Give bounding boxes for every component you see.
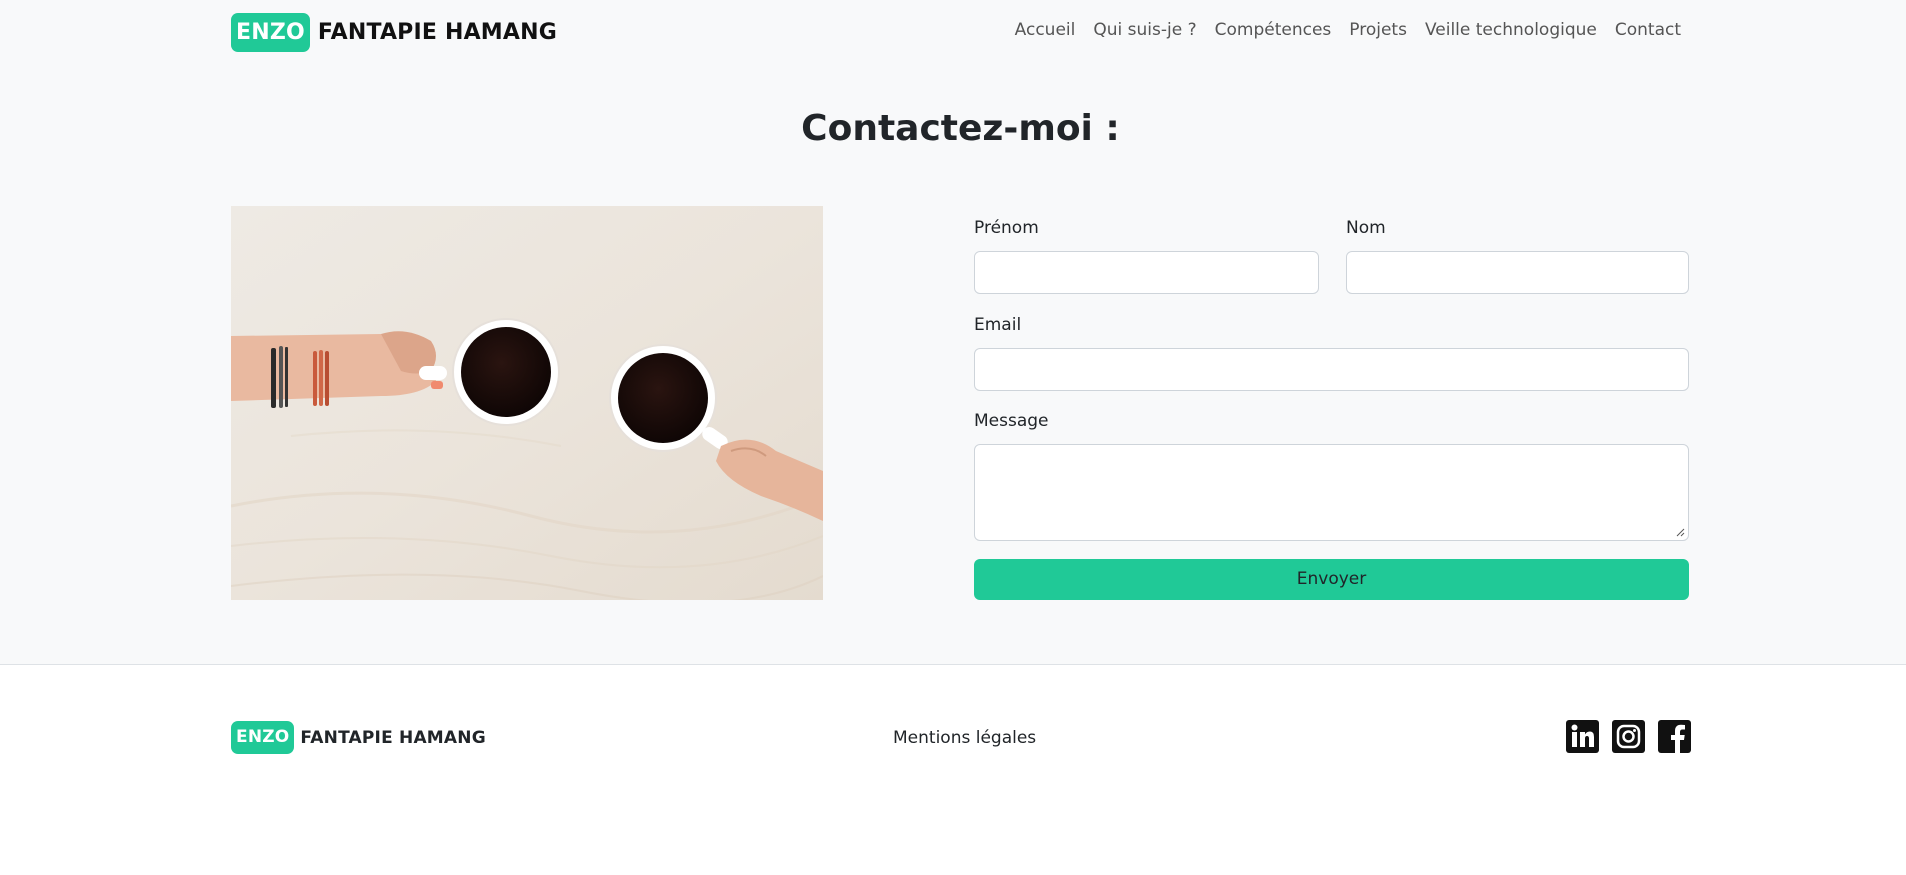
footer-brand-badge: ENZO: [231, 721, 295, 754]
nav-links: Accueil Qui suis-je ? Compétences Projet…: [1015, 20, 1681, 40]
message-label: Message: [974, 411, 1049, 431]
footer-divider: [0, 664, 1906, 665]
first-name-input[interactable]: [974, 251, 1319, 294]
brand-badge: ENZO: [231, 13, 310, 52]
email-label: Email: [974, 315, 1022, 335]
nav-link-qui-suis-je[interactable]: Qui suis-je ?: [1093, 20, 1196, 40]
social-links: [1566, 720, 1691, 753]
message-textarea[interactable]: [974, 444, 1689, 541]
brand-logo-link[interactable]: ENZO FANTAPIE HAMANG: [231, 13, 557, 52]
nav-link-competences[interactable]: Compétences: [1215, 20, 1332, 40]
nav-link-projets[interactable]: Projets: [1349, 20, 1407, 40]
last-name-label: Nom: [1346, 218, 1386, 238]
footer-brand-link[interactable]: ENZO FANTAPIE HAMANG: [231, 721, 486, 754]
nav-link-contact[interactable]: Contact: [1615, 20, 1681, 40]
email-input[interactable]: [974, 348, 1689, 391]
first-name-label: Prénom: [974, 218, 1039, 238]
footer-brand-name: FANTAPIE HAMANG: [300, 727, 486, 748]
navbar: ENZO FANTAPIE HAMANG Accueil Qui suis-je…: [0, 0, 1906, 66]
send-button[interactable]: Envoyer: [974, 559, 1689, 600]
brand-name: FANTAPIE HAMANG: [317, 20, 557, 45]
coffee-cups-photo: [231, 206, 823, 600]
page-title: Contactez-moi :: [801, 108, 1120, 149]
resize-grip-icon[interactable]: [1676, 528, 1685, 537]
nav-link-veille-technologique[interactable]: Veille technologique: [1425, 20, 1597, 40]
instagram-icon[interactable]: [1612, 720, 1645, 753]
last-name-input[interactable]: [1346, 251, 1689, 294]
legal-notice-link[interactable]: Mentions légales: [893, 728, 1036, 748]
facebook-icon[interactable]: [1658, 720, 1691, 753]
nav-link-accueil[interactable]: Accueil: [1015, 20, 1076, 40]
linkedin-icon[interactable]: [1566, 720, 1599, 753]
coffee-cups-illustration: [231, 206, 823, 600]
